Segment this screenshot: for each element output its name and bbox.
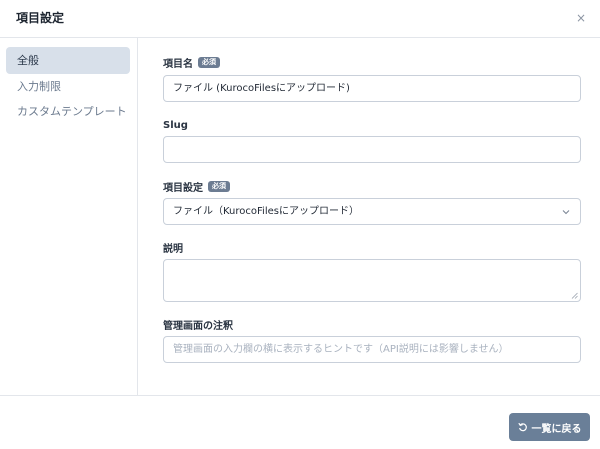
description-textarea[interactable] <box>163 259 581 302</box>
slug-input[interactable] <box>163 136 581 163</box>
item-settings-dialog: 項目設定 × 全般 入力制限 カスタムテンプレート 項目名 必須 ファイル (K… <box>0 0 600 449</box>
slug-label: Slug <box>163 118 188 132</box>
description-label-text: 説明 <box>163 243 183 255</box>
close-icon[interactable]: × <box>576 11 586 25</box>
item-name-label-text: 項目名 <box>163 58 193 70</box>
dialog-title: 項目設定 <box>16 11 65 25</box>
sidebar-item-general[interactable]: 全般 <box>6 47 130 74</box>
slug-label-text: Slug <box>163 119 188 131</box>
sidebar-item-input-restriction[interactable]: 入力制限 <box>6 73 130 100</box>
item-setting-selected-value: ファイル（KurocoFilesにアップロード） <box>173 206 359 217</box>
description-label: 説明 <box>163 240 183 255</box>
required-badge: 必須 <box>208 180 230 192</box>
item-name-input[interactable]: ファイル (KurocoFilesにアップロード) <box>163 75 581 102</box>
admin-note-label: 管理画面の注釈 <box>163 317 233 332</box>
dialog-footer: 一覧に戻る <box>0 395 600 449</box>
undo-icon <box>517 422 527 432</box>
back-to-list-button[interactable]: 一覧に戻る <box>509 413 590 441</box>
back-to-list-label: 一覧に戻る <box>531 423 582 435</box>
item-setting-label: 項目設定 必須 <box>163 179 230 194</box>
item-name-label: 項目名 必須 <box>163 55 220 70</box>
item-setting-label-text: 項目設定 <box>163 182 203 194</box>
admin-note-label-text: 管理画面の注釈 <box>163 320 233 332</box>
settings-sidebar: 全般 入力制限 カスタムテンプレート <box>0 38 138 396</box>
chevron-down-icon <box>562 210 570 215</box>
item-setting-select[interactable]: ファイル（KurocoFilesにアップロード） <box>163 198 581 225</box>
admin-note-input[interactable]: 管理画面の入力欄の横に表示するヒントです（API説明には影響しません） <box>163 336 581 363</box>
required-badge: 必須 <box>198 56 220 68</box>
resize-grip-icon[interactable] <box>571 292 578 299</box>
sidebar-item-custom-template[interactable]: カスタムテンプレート <box>6 98 130 125</box>
dialog-header: 項目設定 × <box>0 0 600 38</box>
